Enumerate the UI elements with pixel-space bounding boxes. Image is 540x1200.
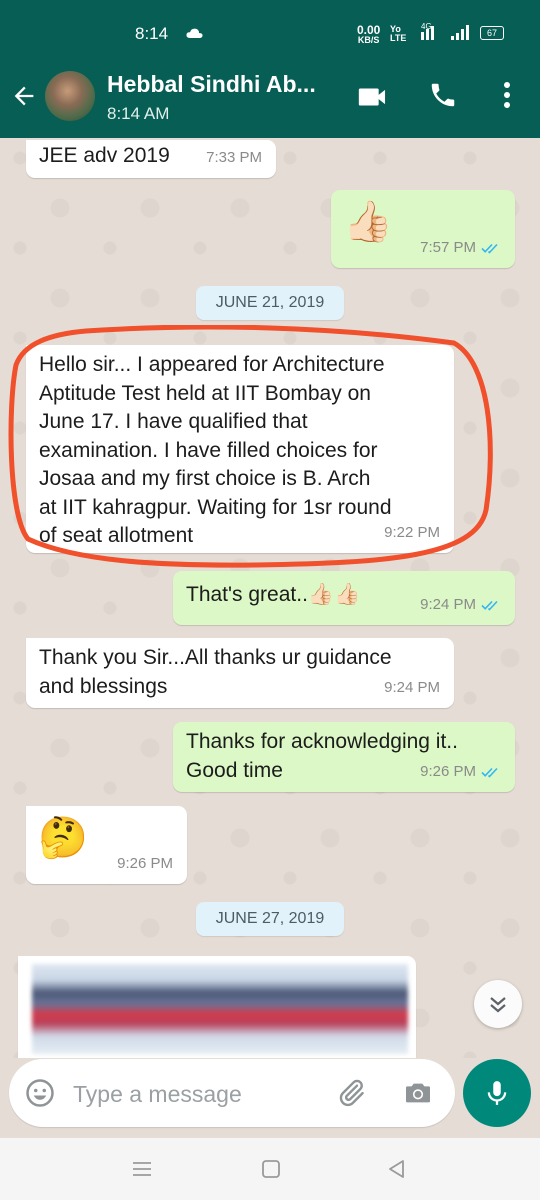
message-time: 7:33 PM (206, 148, 262, 166)
message-incoming[interactable]: JEE adv 2019 7:33 PM (26, 140, 276, 178)
volte-bottom: LTE (390, 33, 407, 43)
chat-header: Hebbal Sindhi Ab... 8:14 AM (0, 54, 540, 138)
message-time: 9:26 PM (420, 762, 476, 780)
message-list[interactable]: JEE adv 2019 7:33 PM 👍🏻 7:57 PM JUNE 21,… (0, 138, 540, 1058)
video-call-icon[interactable] (356, 80, 390, 114)
mic-icon (487, 1081, 507, 1105)
recent-apps-icon[interactable] (131, 1158, 153, 1180)
message-composer (9, 1059, 455, 1127)
double-chevron-down-icon (490, 997, 506, 1013)
network-speed: 0.00 KB/S (357, 24, 380, 45)
thumbs-up-emoji: 👍🏻 (343, 200, 393, 244)
phone-icon[interactable] (428, 80, 458, 110)
message-text: That's great..👍🏻👍🏻 (186, 583, 361, 606)
avatar[interactable] (45, 71, 95, 121)
message-outgoing[interactable]: 👍🏻 7:57 PM (331, 190, 515, 268)
blurred-image-thumbnail[interactable] (32, 964, 408, 1054)
message-outgoing[interactable]: That's great..👍🏻👍🏻 9:24 PM (173, 571, 515, 625)
message-meta: 7:33 PM (206, 144, 262, 173)
read-receipt-icon (481, 600, 498, 611)
back-nav-icon[interactable] (386, 1158, 408, 1180)
status-time: 8:14 (135, 24, 169, 43)
camera-icon[interactable] (402, 1077, 434, 1109)
message-outgoing[interactable]: Thanks for acknowledging it.. Good time … (173, 722, 515, 792)
battery-indicator: 67 (480, 26, 504, 40)
network-type: 4G (421, 22, 432, 31)
message-text: Thank you Sir...All thanks ur guidance a… (39, 646, 392, 698)
system-nav-bar (0, 1138, 540, 1200)
read-receipt-icon (481, 243, 498, 254)
read-receipt-icon (481, 767, 498, 778)
message-incoming[interactable]: 🤔 9:26 PM (26, 806, 187, 884)
message-meta: 9:26 PM (420, 758, 501, 787)
message-incoming[interactable]: Thank you Sir...All thanks ur guidance a… (26, 638, 454, 708)
paperclip-icon[interactable] (335, 1077, 367, 1109)
message-meta: 9:26 PM (117, 850, 173, 879)
emoji-icon[interactable] (25, 1078, 55, 1108)
highlight-circle-annotation (8, 325, 493, 568)
message-meta: 9:24 PM (420, 591, 501, 620)
message-time: 7:57 PM (420, 238, 476, 256)
message-time: 9:26 PM (117, 854, 173, 872)
date-separator: JUNE 21, 2019 (196, 286, 344, 320)
last-seen: 8:14 AM (107, 104, 170, 123)
more-vert-icon[interactable] (496, 80, 518, 110)
contact-name[interactable]: Hebbal Sindhi Ab... (107, 71, 316, 98)
arrow-left-icon[interactable] (10, 82, 38, 110)
date-separator: JUNE 27, 2019 (196, 902, 344, 936)
scroll-to-bottom-button[interactable] (474, 980, 522, 1028)
message-meta: 7:57 PM (420, 234, 501, 263)
cloud-icon (186, 28, 203, 38)
message-text: Thanks for acknowledging it.. Good time (186, 730, 458, 782)
volte-indicator: Yo LTE (390, 25, 406, 43)
message-time: 9:24 PM (420, 595, 476, 613)
message-time: 9:24 PM (384, 678, 440, 696)
message-meta: 9:24 PM (384, 674, 440, 703)
message-text: JEE adv 2019 (39, 144, 170, 167)
voice-message-button[interactable] (463, 1059, 531, 1127)
status-bar: 8:14 0.00 KB/S Yo LTE 4G 67 (0, 0, 540, 54)
signal-icons: 4G (418, 22, 474, 45)
message-input[interactable] (71, 1076, 325, 1112)
network-speed-unit: KB/S (357, 35, 380, 45)
home-icon[interactable] (260, 1158, 282, 1180)
thinking-emoji: 🤔 (38, 816, 88, 860)
